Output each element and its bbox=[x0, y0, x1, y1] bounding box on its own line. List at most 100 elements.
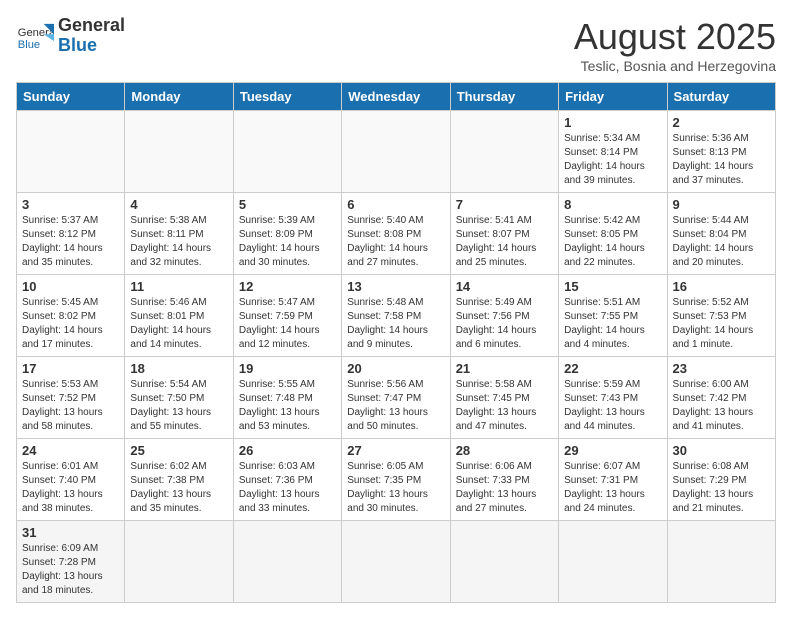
day-number: 24 bbox=[22, 443, 119, 458]
day-number: 27 bbox=[347, 443, 444, 458]
calendar-cell bbox=[233, 521, 341, 603]
day-number: 22 bbox=[564, 361, 661, 376]
calendar-cell: 7 Sunrise: 5:41 AM Sunset: 8:07 PM Daylig… bbox=[450, 193, 558, 275]
header-monday: Monday bbox=[125, 83, 233, 111]
title-area: August 2025 Teslic, Bosnia and Herzegovi… bbox=[574, 16, 776, 74]
calendar-table: SundayMondayTuesdayWednesdayThursdayFrid… bbox=[16, 82, 776, 603]
calendar-cell bbox=[125, 521, 233, 603]
day-info: Sunrise: 6:00 AM Sunset: 7:42 PM Dayligh… bbox=[673, 378, 770, 434]
calendar-cell: 5 Sunrise: 5:39 AM Sunset: 8:09 PM Daylig… bbox=[233, 193, 341, 275]
day-info: Sunrise: 5:40 AM Sunset: 8:08 PM Dayligh… bbox=[347, 214, 444, 270]
day-info: Sunrise: 5:42 AM Sunset: 8:05 PM Dayligh… bbox=[564, 214, 661, 270]
day-number: 16 bbox=[673, 279, 770, 294]
calendar-cell: 2 Sunrise: 5:36 AM Sunset: 8:13 PM Daylig… bbox=[667, 111, 775, 193]
calendar-cell: 13Sunrise: 5:48 AM Sunset: 7:58 PM Dayli… bbox=[342, 275, 450, 357]
day-info: Sunrise: 6:09 AM Sunset: 7:28 PM Dayligh… bbox=[22, 542, 119, 598]
calendar-cell bbox=[559, 521, 667, 603]
calendar-week-4: 17Sunrise: 5:53 AM Sunset: 7:52 PM Dayli… bbox=[17, 357, 776, 439]
calendar-cell bbox=[450, 111, 558, 193]
calendar-cell: 24 Sunrise: 6:01 AM Sunset: 7:40 PM Dayli… bbox=[17, 439, 125, 521]
calendar-cell: 31 Sunrise: 6:09 AM Sunset: 7:28 PM Dayli… bbox=[17, 521, 125, 603]
day-number: 4 bbox=[130, 197, 227, 212]
day-info: Sunrise: 6:01 AM Sunset: 7:40 PM Dayligh… bbox=[22, 460, 119, 516]
calendar-cell: 9Sunrise: 5:44 AM Sunset: 8:04 PM Daylig… bbox=[667, 193, 775, 275]
day-info: Sunrise: 5:38 AM Sunset: 8:11 PM Dayligh… bbox=[130, 214, 227, 270]
day-number: 11 bbox=[130, 279, 227, 294]
calendar-cell: 6Sunrise: 5:40 AM Sunset: 8:08 PM Daylig… bbox=[342, 193, 450, 275]
day-number: 2 bbox=[673, 115, 770, 130]
day-info: Sunrise: 6:03 AM Sunset: 7:36 PM Dayligh… bbox=[239, 460, 336, 516]
calendar-cell bbox=[233, 111, 341, 193]
calendar-cell: 11 Sunrise: 5:46 AM Sunset: 8:01 PM Dayli… bbox=[125, 275, 233, 357]
day-info: Sunrise: 5:45 AM Sunset: 8:02 PM Dayligh… bbox=[22, 296, 119, 352]
day-info: Sunrise: 6:08 AM Sunset: 7:29 PM Dayligh… bbox=[673, 460, 770, 516]
day-number: 21 bbox=[456, 361, 553, 376]
location-subtitle: Teslic, Bosnia and Herzegovina bbox=[574, 58, 776, 74]
calendar-cell: 4 Sunrise: 5:38 AM Sunset: 8:11 PM Daylig… bbox=[125, 193, 233, 275]
calendar-cell: 23Sunrise: 6:00 AM Sunset: 7:42 PM Dayli… bbox=[667, 357, 775, 439]
day-number: 19 bbox=[239, 361, 336, 376]
header-friday: Friday bbox=[559, 83, 667, 111]
day-info: Sunrise: 5:52 AM Sunset: 7:53 PM Dayligh… bbox=[673, 296, 770, 352]
day-info: Sunrise: 5:49 AM Sunset: 7:56 PM Dayligh… bbox=[456, 296, 553, 352]
calendar-week-1: 1Sunrise: 5:34 AM Sunset: 8:14 PM Daylig… bbox=[17, 111, 776, 193]
day-number: 5 bbox=[239, 197, 336, 212]
logo-blue-text: Blue bbox=[58, 36, 125, 56]
day-info: Sunrise: 5:41 AM Sunset: 8:07 PM Dayligh… bbox=[456, 214, 553, 270]
header: General Blue General Blue August 2025 Te… bbox=[16, 16, 776, 74]
header-tuesday: Tuesday bbox=[233, 83, 341, 111]
calendar-week-2: 3 Sunrise: 5:37 AM Sunset: 8:12 PM Daylig… bbox=[17, 193, 776, 275]
day-info: Sunrise: 6:06 AM Sunset: 7:33 PM Dayligh… bbox=[456, 460, 553, 516]
day-number: 26 bbox=[239, 443, 336, 458]
day-info: Sunrise: 5:54 AM Sunset: 7:50 PM Dayligh… bbox=[130, 378, 227, 434]
calendar-cell bbox=[17, 111, 125, 193]
day-number: 30 bbox=[673, 443, 770, 458]
day-number: 8 bbox=[564, 197, 661, 212]
calendar-cell: 18Sunrise: 5:54 AM Sunset: 7:50 PM Dayli… bbox=[125, 357, 233, 439]
calendar-cell: 19 Sunrise: 5:55 AM Sunset: 7:48 PM Dayli… bbox=[233, 357, 341, 439]
logo: General Blue General Blue bbox=[16, 16, 125, 56]
day-number: 29 bbox=[564, 443, 661, 458]
calendar-cell: 25Sunrise: 6:02 AM Sunset: 7:38 PM Dayli… bbox=[125, 439, 233, 521]
calendar-cell: 28 Sunrise: 6:06 AM Sunset: 7:33 PM Dayli… bbox=[450, 439, 558, 521]
day-number: 28 bbox=[456, 443, 553, 458]
day-info: Sunrise: 5:39 AM Sunset: 8:09 PM Dayligh… bbox=[239, 214, 336, 270]
header-thursday: Thursday bbox=[450, 83, 558, 111]
calendar-cell: 30 Sunrise: 6:08 AM Sunset: 7:29 PM Dayli… bbox=[667, 439, 775, 521]
day-number: 7 bbox=[456, 197, 553, 212]
day-number: 20 bbox=[347, 361, 444, 376]
calendar-cell bbox=[450, 521, 558, 603]
day-info: Sunrise: 5:36 AM Sunset: 8:13 PM Dayligh… bbox=[673, 132, 770, 188]
calendar-cell: 12Sunrise: 5:47 AM Sunset: 7:59 PM Dayli… bbox=[233, 275, 341, 357]
day-number: 25 bbox=[130, 443, 227, 458]
calendar-cell: 16 Sunrise: 5:52 AM Sunset: 7:53 PM Dayli… bbox=[667, 275, 775, 357]
calendar-header-row: SundayMondayTuesdayWednesdayThursdayFrid… bbox=[17, 83, 776, 111]
day-number: 1 bbox=[564, 115, 661, 130]
logo-icon: General Blue bbox=[16, 17, 54, 55]
day-info: Sunrise: 6:05 AM Sunset: 7:35 PM Dayligh… bbox=[347, 460, 444, 516]
day-number: 31 bbox=[22, 525, 119, 540]
day-info: Sunrise: 5:55 AM Sunset: 7:48 PM Dayligh… bbox=[239, 378, 336, 434]
day-number: 14 bbox=[456, 279, 553, 294]
calendar-cell: 27 Sunrise: 6:05 AM Sunset: 7:35 PM Dayli… bbox=[342, 439, 450, 521]
calendar-cell: 17Sunrise: 5:53 AM Sunset: 7:52 PM Dayli… bbox=[17, 357, 125, 439]
svg-text:Blue: Blue bbox=[18, 39, 40, 51]
day-number: 15 bbox=[564, 279, 661, 294]
day-info: Sunrise: 5:46 AM Sunset: 8:01 PM Dayligh… bbox=[130, 296, 227, 352]
header-wednesday: Wednesday bbox=[342, 83, 450, 111]
calendar-cell: 29Sunrise: 6:07 AM Sunset: 7:31 PM Dayli… bbox=[559, 439, 667, 521]
day-info: Sunrise: 5:56 AM Sunset: 7:47 PM Dayligh… bbox=[347, 378, 444, 434]
header-sunday: Sunday bbox=[17, 83, 125, 111]
calendar-cell: 15Sunrise: 5:51 AM Sunset: 7:55 PM Dayli… bbox=[559, 275, 667, 357]
day-number: 9 bbox=[673, 197, 770, 212]
day-info: Sunrise: 5:37 AM Sunset: 8:12 PM Dayligh… bbox=[22, 214, 119, 270]
day-info: Sunrise: 5:58 AM Sunset: 7:45 PM Dayligh… bbox=[456, 378, 553, 434]
day-number: 3 bbox=[22, 197, 119, 212]
day-number: 10 bbox=[22, 279, 119, 294]
calendar-cell: 26 Sunrise: 6:03 AM Sunset: 7:36 PM Dayli… bbox=[233, 439, 341, 521]
calendar-week-5: 24 Sunrise: 6:01 AM Sunset: 7:40 PM Dayli… bbox=[17, 439, 776, 521]
day-info: Sunrise: 5:53 AM Sunset: 7:52 PM Dayligh… bbox=[22, 378, 119, 434]
day-info: Sunrise: 5:48 AM Sunset: 7:58 PM Dayligh… bbox=[347, 296, 444, 352]
calendar-cell: 20 Sunrise: 5:56 AM Sunset: 7:47 PM Dayli… bbox=[342, 357, 450, 439]
header-saturday: Saturday bbox=[667, 83, 775, 111]
